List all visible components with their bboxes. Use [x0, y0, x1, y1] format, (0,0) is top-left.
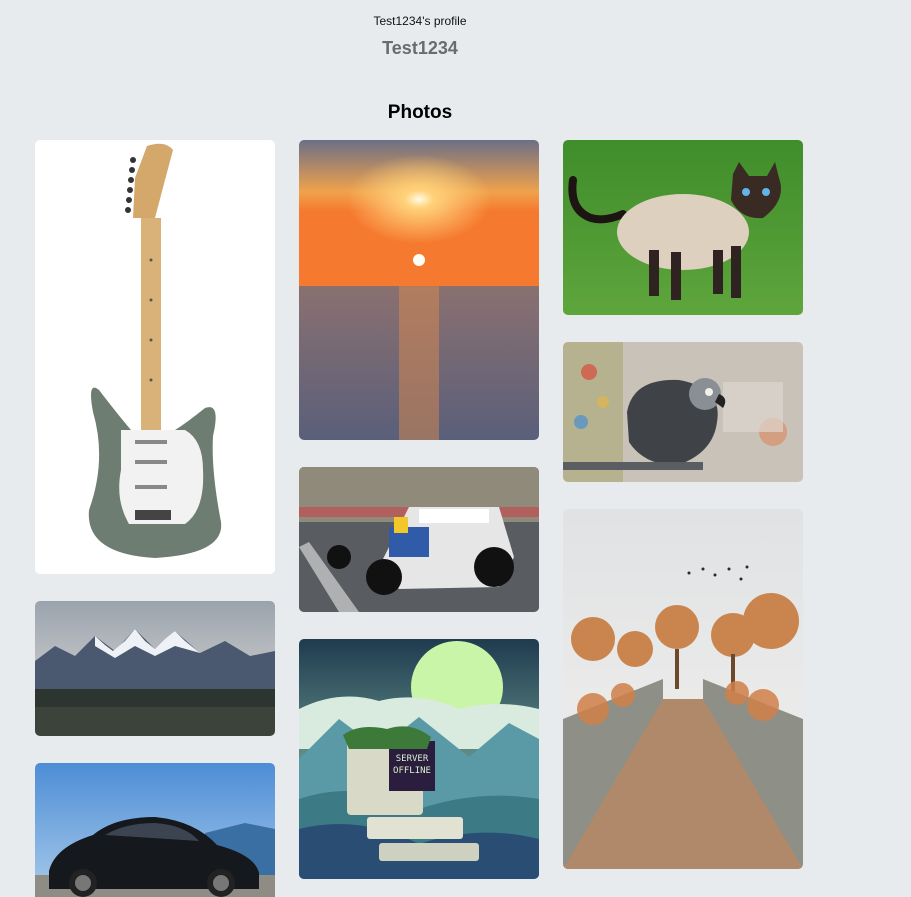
- guitar-photo[interactable]: [35, 140, 275, 574]
- profile-page: Test1234's profile Test1234 Photos SERVE…: [0, 0, 911, 897]
- parrot-photo[interactable]: [563, 342, 803, 482]
- garden-path-photo[interactable]: [563, 509, 803, 869]
- profile-username: Test1234: [382, 38, 458, 58]
- racecar-photo[interactable]: [299, 467, 539, 612]
- cat-photo[interactable]: [563, 140, 803, 315]
- mountains-photo[interactable]: [35, 601, 275, 736]
- photos-heading: Photos: [387, 102, 453, 123]
- car-photo[interactable]: [35, 763, 275, 897]
- server-offline-photo[interactable]: SERVER OFFLINE: [299, 639, 539, 879]
- profile-caption: Test1234's profile: [373, 14, 467, 28]
- server-screen-line-2: OFFLINE: [393, 766, 431, 776]
- sunset-photo[interactable]: [299, 140, 539, 440]
- server-screen-line-1: SERVER: [396, 754, 429, 764]
